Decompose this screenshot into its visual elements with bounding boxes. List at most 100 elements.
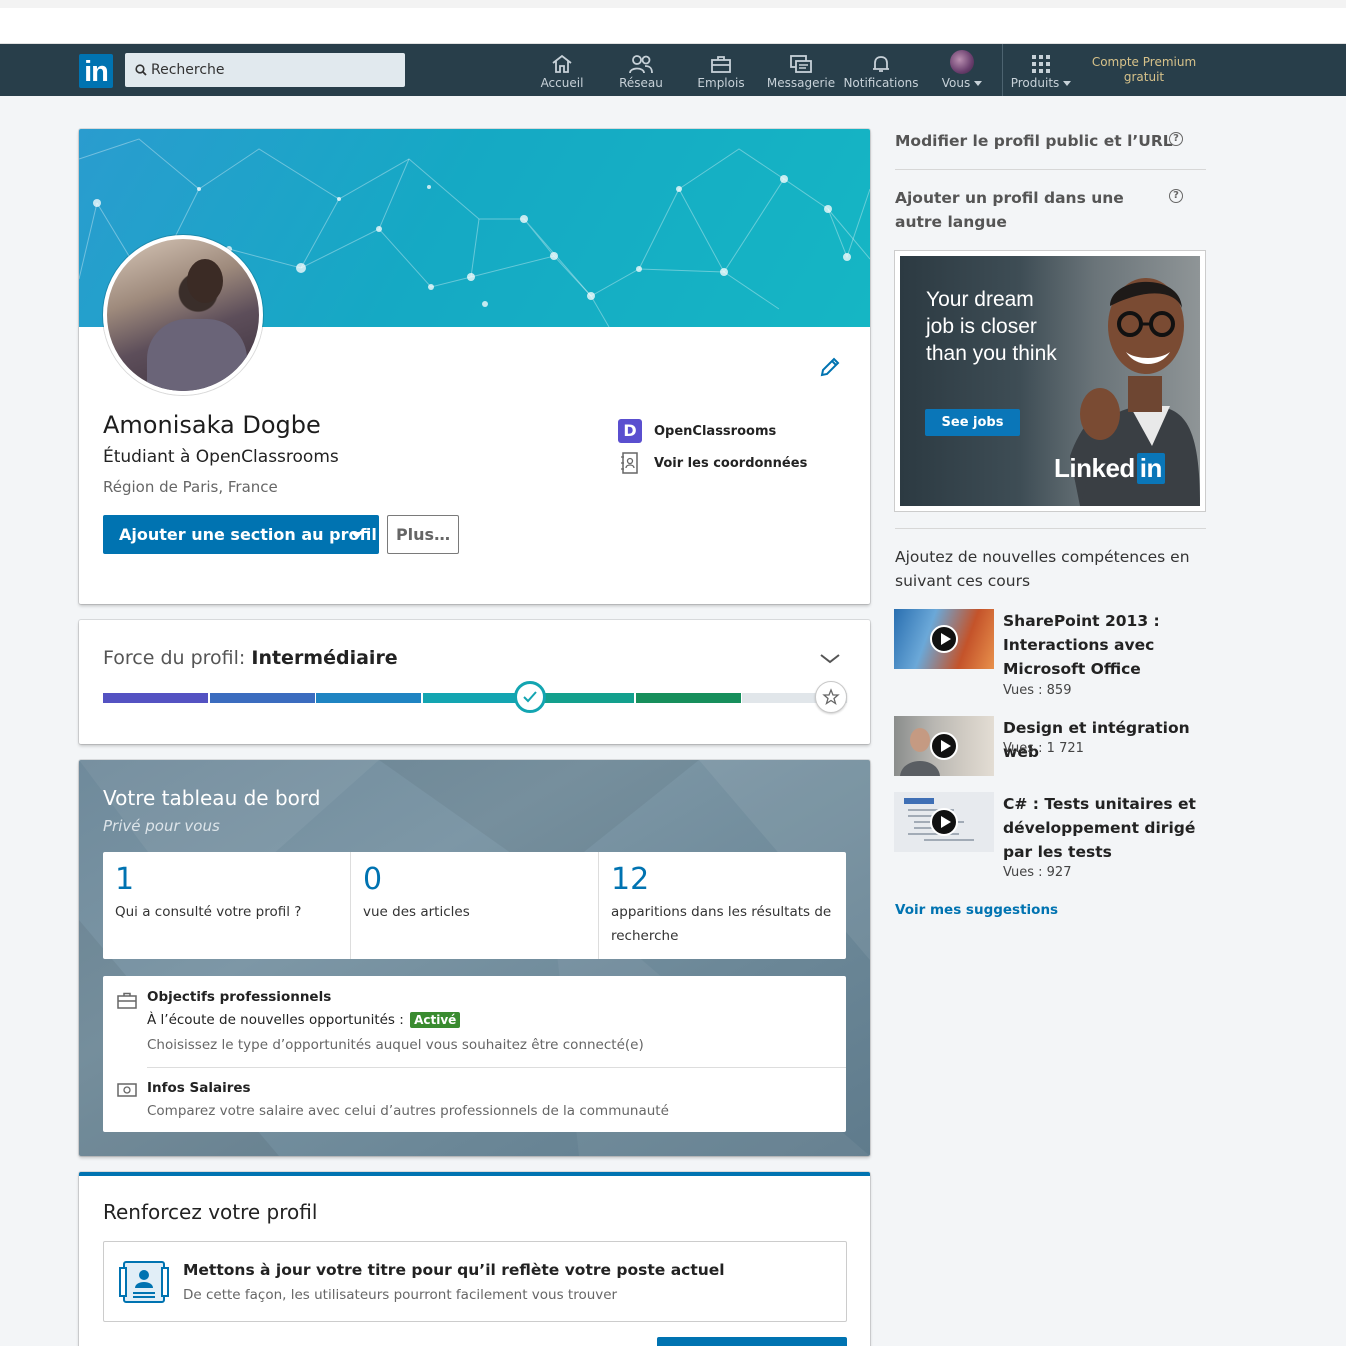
nav-me[interactable]: Vous (932, 44, 992, 96)
play-icon[interactable] (930, 732, 958, 760)
strength-segment (209, 693, 315, 703)
play-icon[interactable] (930, 808, 958, 836)
bell-icon (873, 56, 889, 72)
help-icon[interactable]: ? (1169, 132, 1183, 146)
openclassrooms-logo-icon: D (618, 419, 642, 443)
course-title: SharePoint 2013 : Interactions avec Micr… (1003, 612, 1160, 678)
profile-photo[interactable] (103, 235, 263, 395)
more-button[interactable]: Plus… (387, 515, 459, 554)
advertisement[interactable]: Your dream job is closer than you think … (894, 250, 1206, 512)
linkedin-wordmark: Linked in (1054, 453, 1165, 484)
nav-jobs[interactable]: Emplois (691, 44, 751, 96)
see-suggestions-link[interactable]: Voir mes suggestions (895, 902, 1058, 918)
salary-insights-sub: Comparez votre salaire avec celui d’autr… (147, 1103, 669, 1119)
strengthen-profile-card: Renforcez votre profil Mettons à jour vo… (79, 1172, 870, 1346)
contact-info-label: Voir les coordonnées (654, 455, 808, 471)
divider (895, 169, 1206, 170)
strength-prefix: Force du profil: (103, 647, 246, 669)
briefcase-icon (711, 56, 731, 73)
help-icon[interactable]: ? (1169, 189, 1183, 203)
stat-article-views[interactable]: 0 vue des articles (351, 852, 599, 959)
play-icon[interactable] (930, 625, 958, 653)
browser-top-strip (0, 0, 1346, 44)
search-box[interactable] (125, 53, 405, 87)
nav-notifications-label: Notifications (843, 76, 919, 90)
add-profile-section-button[interactable]: Ajouter une section au profil (103, 515, 379, 554)
nav-products[interactable]: Produits (1006, 44, 1076, 96)
edit-pencil-icon[interactable] (818, 355, 842, 379)
stat-value: 12 (611, 862, 650, 897)
salary-insights-title: Infos Salaires (147, 1080, 251, 1096)
stat-value: 1 (115, 862, 135, 897)
nav-jobs-label: Emplois (697, 76, 745, 90)
profile-side-links: D OpenClassrooms Voir les coordonnées (618, 415, 807, 479)
profile-headline: Étudiant à OpenClassrooms (103, 447, 339, 467)
nav-me-label: Vous (941, 76, 971, 90)
briefcase-icon (117, 992, 137, 1009)
course-views: Vues : 859 (1003, 683, 1072, 698)
company-link[interactable]: D OpenClassrooms (618, 415, 807, 447)
search-input[interactable] (151, 53, 401, 87)
brand-in: in (1136, 453, 1165, 484)
nav-products-label: Produits (1010, 76, 1060, 90)
profile-card: Amonisaka Dogbe Étudiant à OpenClassroom… (79, 129, 870, 604)
stat-profile-views[interactable]: 1 Qui a consulté votre profil ? (103, 852, 351, 959)
salary-insights-item[interactable]: Infos Salaires Comparez votre salaire av… (103, 1068, 846, 1132)
linkedin-logo[interactable]: in (79, 54, 113, 88)
nav-notifications[interactable]: Notifications (843, 44, 919, 96)
course-thumbnail (894, 609, 994, 669)
course-views: Vues : 1 721 (1003, 741, 1084, 756)
stat-label: vue des articles (363, 904, 470, 920)
course-item[interactable]: Design et intégration web Vues : 1 721 (894, 716, 1206, 776)
divider (895, 528, 1206, 529)
add-language-profile-link[interactable]: Ajouter un profil dans une autre langue (895, 186, 1155, 234)
suggestion-title: Mettons à jour votre titre pour qu’il re… (183, 1261, 725, 1279)
chevron-down-icon[interactable] (819, 652, 841, 666)
strength-goal-marker (815, 681, 847, 713)
contact-info-link[interactable]: Voir les coordonnées (618, 447, 807, 479)
strength-segment (422, 693, 528, 703)
dashboard-stats: 1 Qui a consulté votre profil ? 0 vue de… (103, 852, 846, 959)
chevron-down-icon (1063, 81, 1072, 86)
edit-public-profile-link[interactable]: Modifier le profil public et l’URL (895, 129, 1173, 153)
home-icon (552, 54, 572, 73)
course-item[interactable]: SharePoint 2013 : Interactions avec Micr… (894, 609, 1206, 701)
course-item[interactable]: C# : Tests unitaires et développement di… (894, 792, 1206, 884)
headline-suggestion[interactable]: Mettons à jour votre titre pour qu’il re… (103, 1241, 847, 1322)
nav-home[interactable]: Accueil (532, 44, 592, 96)
dashboard-subtitle: Privé pour vous (103, 817, 220, 835)
update-headline-button[interactable] (657, 1337, 847, 1346)
career-interests-item[interactable]: Objectifs professionnels À l’écoute de n… (103, 976, 846, 1067)
profile-strength-label: Force du profil: Intermédiaire (103, 647, 398, 669)
strength-current-marker (514, 681, 546, 713)
strength-segment (103, 693, 208, 703)
nav-network-label: Réseau (619, 76, 663, 90)
premium-line2: gratuit (1123, 70, 1165, 84)
brand-text: Linked (1054, 453, 1135, 483)
course-title: C# : Tests unitaires et développement di… (1003, 795, 1196, 861)
dashboard-title: Votre tableau de bord (103, 786, 321, 810)
stat-label: apparitions dans les résultats de recher… (611, 904, 832, 944)
premium-link[interactable]: Compte Premium gratuit (1090, 55, 1198, 85)
nav-network[interactable]: Réseau (611, 44, 671, 96)
profile-name: Amonisaka Dogbe (103, 411, 321, 439)
premium-line1: Compte Premium (1091, 55, 1197, 69)
check-icon (523, 691, 537, 703)
stat-search-appearances[interactable]: 12 apparitions dans les résultats de rec… (599, 852, 846, 959)
ad-text: Your dream job is closer than you think (926, 288, 1057, 365)
address-book-icon (621, 452, 638, 474)
strength-level: Intermédiaire (251, 647, 398, 669)
strength-segment (316, 693, 421, 703)
strength-segment (635, 693, 741, 703)
nav-divider (1002, 44, 1003, 96)
messaging-icon (790, 55, 812, 73)
profile-strength-card: Force du profil: Intermédiaire (79, 620, 870, 744)
course-thumbnail (894, 716, 994, 776)
see-jobs-button[interactable]: See jobs (925, 409, 1020, 436)
career-interests-sub: Choisissez le type d’opportunités auquel… (147, 1037, 644, 1053)
profile-location: Région de Paris, France (103, 478, 278, 496)
course-thumbnail (894, 792, 994, 852)
avatar (950, 50, 974, 74)
nav-messaging[interactable]: Messagerie (766, 44, 836, 96)
stat-value: 0 (363, 862, 383, 897)
